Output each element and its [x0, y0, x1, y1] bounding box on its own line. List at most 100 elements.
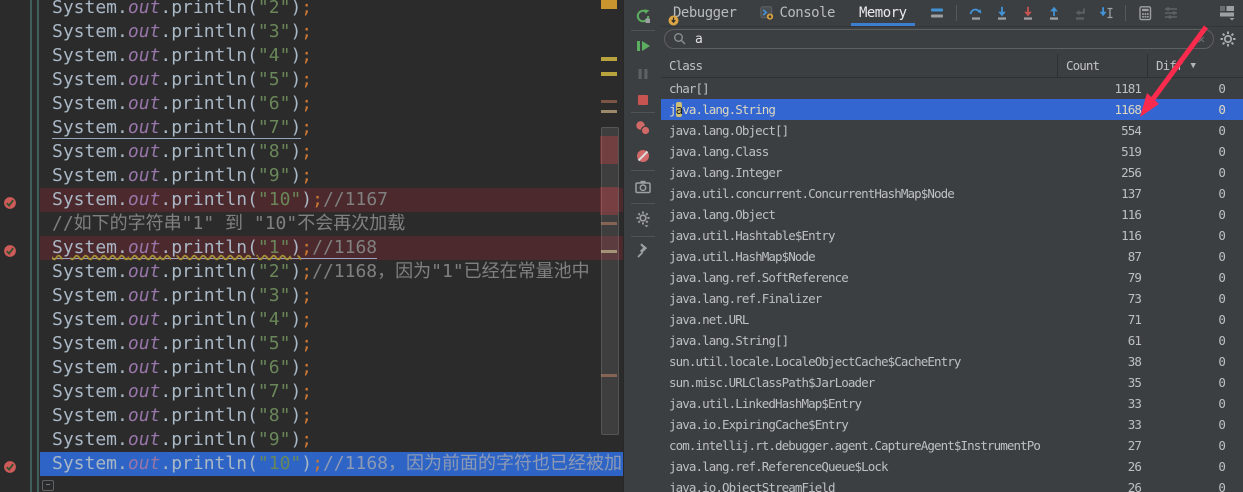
code-token: out: [128, 45, 161, 66]
camera-icon[interactable]: [633, 177, 653, 197]
code-line[interactable]: System.out.println("10");//1168，因为前面的字符也…: [40, 452, 623, 476]
code-line[interactable]: System.out.println("10");//1167: [40, 188, 623, 212]
tab-debugger[interactable]: Debugger: [661, 0, 748, 26]
code-line[interactable]: System.out.println("8");: [40, 404, 623, 428]
code-line[interactable]: System.out.println("2");: [40, 0, 623, 20]
breakpoint-verified-icon[interactable]: [3, 193, 17, 207]
resume-icon[interactable]: [633, 36, 653, 56]
rerun-icon[interactable]: [633, 6, 653, 26]
class-name-cell: com.intellij.rt.debugger.agent.CaptureAg…: [661, 435, 1057, 456]
diff-cell: 0: [1147, 330, 1243, 351]
table-row[interactable]: com.intellij.rt.debugger.agent.CaptureAg…: [661, 435, 1243, 456]
table-row[interactable]: java.lang.ref.SoftReference790: [661, 267, 1243, 288]
count-cell: 38: [1057, 351, 1147, 372]
table-row[interactable]: java.util.Hashtable$Entry1160: [661, 225, 1243, 246]
drop-frame-icon[interactable]: [1070, 3, 1090, 23]
step-over-icon[interactable]: [966, 3, 986, 23]
table-row[interactable]: java.io.ExpiringCache$Entry330: [661, 414, 1243, 435]
stream-debugger-icon[interactable]: [1161, 3, 1181, 23]
code-token: out: [128, 309, 161, 330]
table-row[interactable]: java.lang.ref.ReferenceQueue$Lock260: [661, 456, 1243, 477]
code-token: System.: [52, 93, 128, 114]
code-token: ;: [301, 381, 312, 402]
code-line[interactable]: System.out.println("5");: [40, 332, 623, 356]
clear-search-icon[interactable]: ✕: [1198, 32, 1205, 46]
code-token: System.: [52, 381, 128, 402]
table-row[interactable]: java.lang.String[]610: [661, 330, 1243, 351]
class-name-cell: java.util.HashMap$Node: [661, 246, 1057, 267]
diff-cell: 0: [1147, 393, 1243, 414]
count-cell: 79: [1057, 267, 1147, 288]
code-line[interactable]: //如下的字符串"1" 到 "10"不会再次加载: [40, 212, 623, 236]
table-row[interactable]: char[]11810: [661, 78, 1243, 99]
code-token: ;: [301, 333, 312, 354]
editor-scroll-stripe[interactable]: [599, 0, 622, 492]
table-row[interactable]: java.lang.String11680: [661, 99, 1243, 120]
table-row[interactable]: java.util.concurrent.ConcurrentHashMap$N…: [661, 183, 1243, 204]
code-token: //1168，因为"1"已经在常量池中: [312, 261, 590, 282]
fold-marker-icon[interactable]: −: [42, 480, 54, 491]
code-line[interactable]: System.out.println("2");//1168，因为"1"已经在常…: [40, 260, 623, 284]
pin-icon[interactable]: [633, 242, 653, 262]
code-token: "9": [258, 165, 291, 186]
breakpoint-verified-icon[interactable]: [3, 241, 17, 255]
run-to-cursor-icon[interactable]: [1096, 3, 1116, 23]
code-line[interactable]: System.out.println("9");: [40, 428, 623, 452]
breakpoint-verified-icon[interactable]: [3, 457, 17, 471]
table-row[interactable]: java.util.HashMap$Node870: [661, 246, 1243, 267]
stop-icon[interactable]: [633, 90, 653, 110]
table-row[interactable]: java.net.URL710: [661, 309, 1243, 330]
layout-settings-button[interactable]: [1218, 3, 1238, 23]
paused-badge-icon: [668, 14, 678, 24]
memory-settings-gear-icon[interactable]: [1219, 30, 1239, 50]
code-token: ): [290, 261, 301, 282]
settings-gear-icon[interactable]: [633, 209, 653, 229]
code-line[interactable]: System.out.println("4");: [40, 308, 623, 332]
table-row[interactable]: java.lang.Object[]5540: [661, 120, 1243, 141]
step-out-icon[interactable]: [1044, 3, 1064, 23]
code-line[interactable]: System.out.println("3");: [40, 20, 623, 44]
code-line[interactable]: System.out.println("8");: [40, 140, 623, 164]
table-row[interactable]: java.lang.ref.Finalizer730: [661, 288, 1243, 309]
code-token: ;: [301, 0, 312, 18]
code-line[interactable]: System.out.println("5");: [40, 68, 623, 92]
diff-cell: 0: [1147, 204, 1243, 225]
code-line[interactable]: System.out.println("6");: [40, 92, 623, 116]
code-line[interactable]: System.out.println("7");: [40, 380, 623, 404]
table-row[interactable]: java.util.LinkedHashMap$Entry330: [661, 393, 1243, 414]
table-row[interactable]: java.io.ObjectStreamField260: [661, 477, 1243, 492]
search-input[interactable]: [693, 31, 1198, 48]
code-line[interactable]: System.out.println("1");//1168: [40, 236, 623, 260]
tab-console[interactable]: Console: [748, 0, 847, 26]
column-header-diff[interactable]: Diff▼: [1147, 54, 1243, 77]
code-line[interactable]: System.out.println("7");: [40, 116, 623, 140]
code-line[interactable]: System.out.println("9");: [40, 164, 623, 188]
threads-view-icon[interactable]: [927, 3, 947, 23]
count-cell: 26: [1057, 477, 1147, 492]
count-cell: 33: [1057, 414, 1147, 435]
table-row[interactable]: java.lang.Integer2560: [661, 162, 1243, 183]
force-step-into-icon[interactable]: [1018, 3, 1038, 23]
code-line[interactable]: System.out.println("4");: [40, 44, 623, 68]
column-header-class[interactable]: Class: [661, 54, 1057, 77]
evaluate-expression-icon[interactable]: [1135, 3, 1155, 23]
code-line[interactable]: System.out.println("6");: [40, 356, 623, 380]
pause-icon[interactable]: [633, 64, 653, 84]
code-line[interactable]: System.out.println("3");: [40, 284, 623, 308]
view-breakpoints-icon[interactable]: [633, 118, 653, 138]
table-row[interactable]: sun.util.locale.LocaleObjectCache$CacheE…: [661, 351, 1243, 372]
code-token: "4": [258, 309, 291, 330]
table-row[interactable]: java.lang.Object1160: [661, 204, 1243, 225]
vcs-change-marker: [30, 0, 32, 492]
table-row[interactable]: sun.misc.URLClassPath$JarLoader350: [661, 372, 1243, 393]
tab-memory[interactable]: Memory: [847, 0, 919, 26]
search-box[interactable]: ✕: [664, 29, 1214, 49]
code-editor[interactable]: System.out.println("2");System.out.print…: [0, 0, 623, 492]
mute-breakpoints-icon[interactable]: [633, 146, 653, 166]
scrollbar-thumb[interactable]: [601, 127, 619, 435]
column-header-count[interactable]: Count: [1057, 54, 1147, 77]
class-name-cell: java.util.concurrent.ConcurrentHashMap$N…: [661, 183, 1057, 204]
code-token: ;: [301, 357, 312, 378]
table-row[interactable]: java.lang.Class5190: [661, 141, 1243, 162]
step-into-icon[interactable]: [992, 3, 1012, 23]
